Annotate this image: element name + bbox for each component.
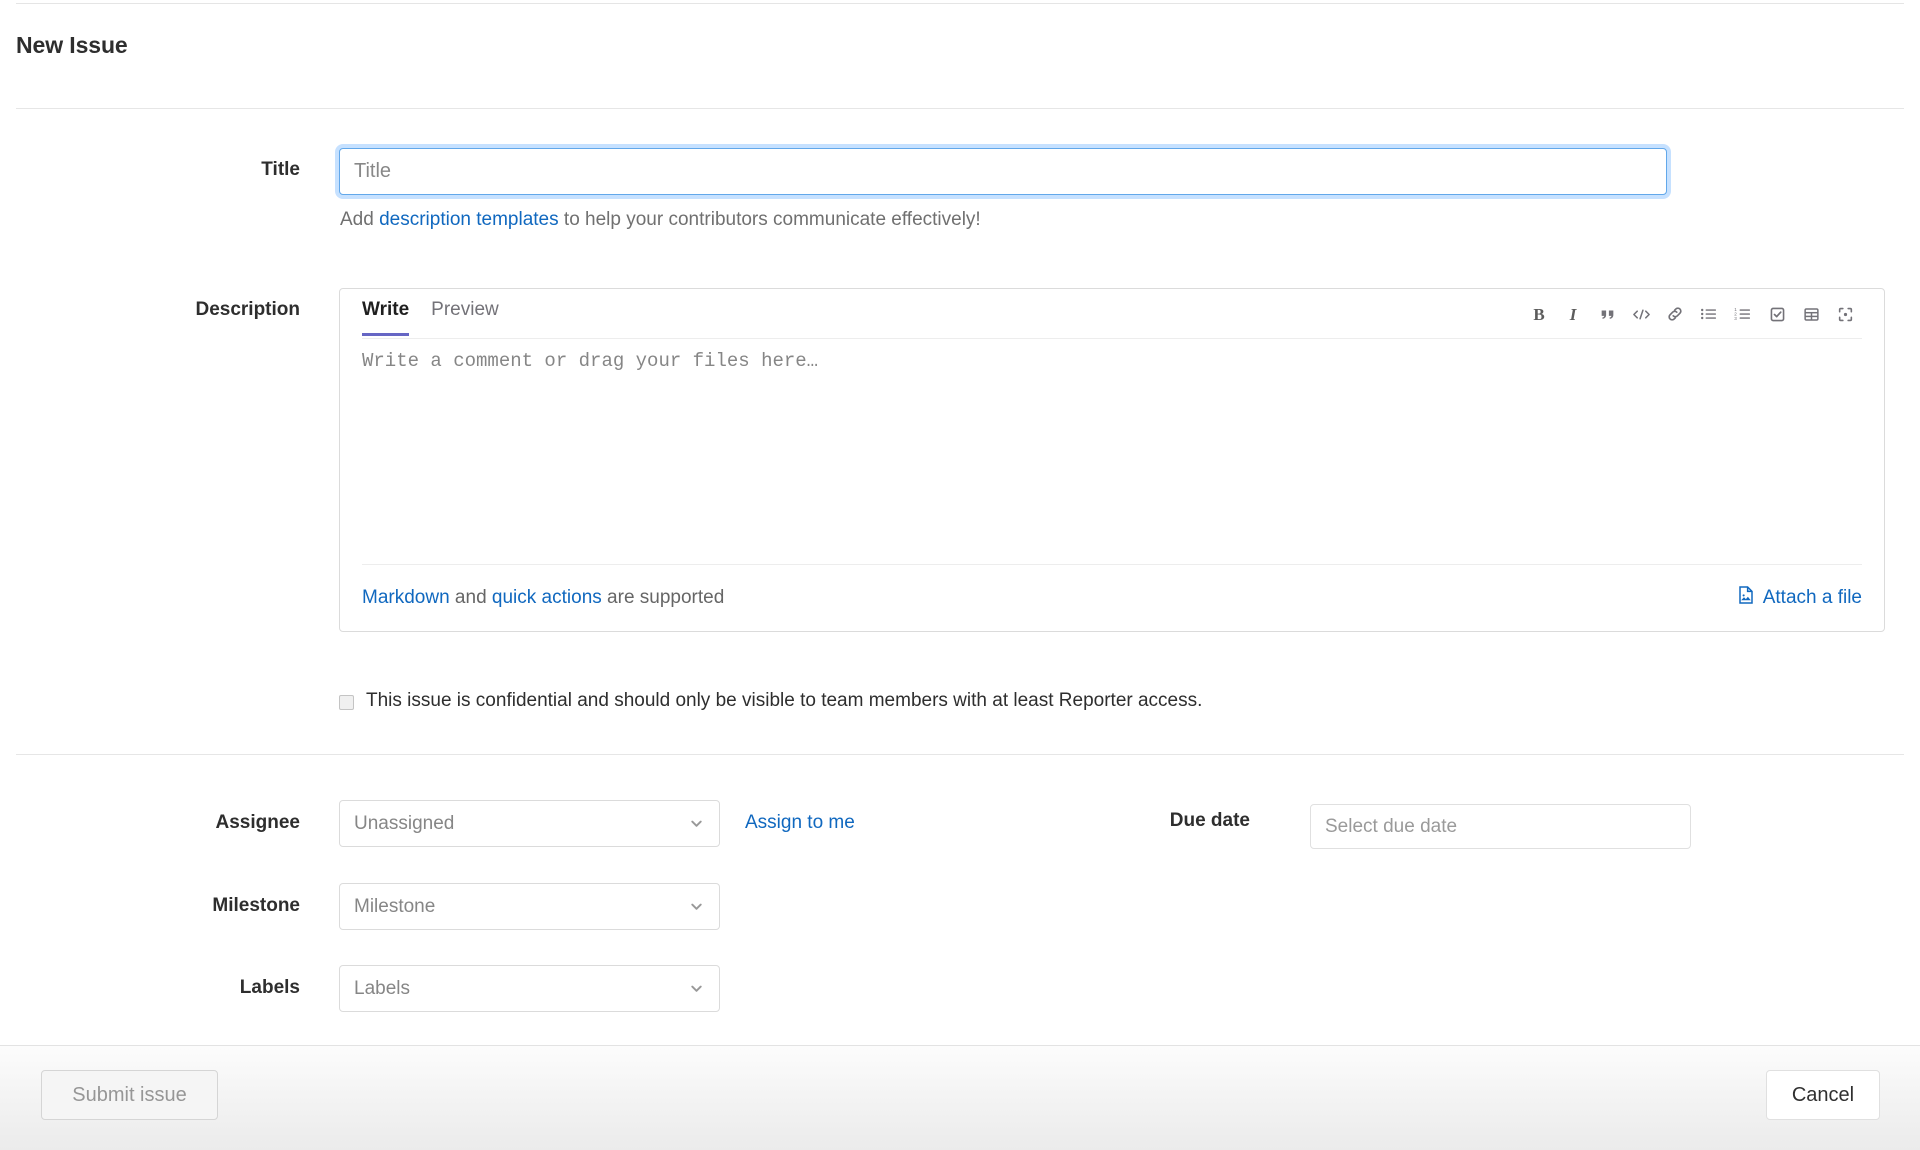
fullscreen-icon[interactable] [1828,299,1862,329]
due-date-label: Due date [1169,810,1250,831]
cancel-button[interactable]: Cancel [1766,1070,1880,1120]
assignee-label: Assignee [215,812,300,833]
confidential-checkbox[interactable] [339,694,354,710]
description-editor-footer: Markdown and quick actions are supported… [362,564,1862,631]
title-input[interactable] [339,148,1667,195]
title-help-text: Add description templates to help your c… [340,209,981,231]
form-footer: Submit issue Cancel [0,1045,1920,1150]
tab-preview[interactable]: Preview [431,299,499,333]
title-help-prefix: Add [340,209,380,230]
description-editor-header: Write Preview B I 1 2 3 [362,289,1862,339]
description-templates-link[interactable]: description templates [379,209,559,230]
labels-dropdown-value: Labels [354,977,410,999]
attach-file-label: Attach a file [1762,587,1862,608]
title-field-wrapper [339,148,1667,195]
bullet-list-icon[interactable] [1692,299,1726,329]
assign-to-me-link[interactable]: Assign to me [745,812,855,834]
new-issue-page: New Issue Title Add description template… [0,0,1920,1150]
page-title: New Issue [16,32,128,58]
numbered-list-icon[interactable]: 1 2 3 [1726,299,1760,329]
attach-file-button[interactable]: Attach a file [1736,585,1862,611]
due-date-input[interactable] [1310,804,1691,849]
table-icon[interactable] [1794,299,1828,329]
labels-dropdown[interactable]: Labels [339,965,720,1012]
tab-write[interactable]: Write [362,299,410,336]
italic-icon[interactable]: I [1556,299,1590,329]
header-divider [16,108,1904,109]
svg-text:3: 3 [1734,316,1737,321]
title-help-suffix: to help your contributors communicate ef… [558,209,981,230]
quick-actions-link[interactable]: quick actions [492,587,602,608]
assignee-dropdown-value: Unassigned [354,812,455,834]
markdown-toolbar: B I 1 2 3 [1522,299,1862,329]
bold-icon[interactable]: B [1522,299,1556,329]
markdown-link[interactable]: Markdown [362,587,450,608]
attach-file-icon [1736,585,1756,611]
labels-label: Labels [239,977,300,998]
chevron-down-icon [688,815,705,832]
description-textarea[interactable] [362,340,1862,528]
editor-tabs: Write Preview [362,299,521,336]
top-divider [16,3,1904,4]
milestone-label: Milestone [212,895,300,916]
chevron-down-icon [688,980,705,997]
description-label: Description [195,299,300,320]
section-divider [16,754,1904,755]
code-icon[interactable] [1624,299,1658,329]
submit-issue-button[interactable]: Submit issue [41,1070,218,1120]
title-label: Title [261,159,300,180]
confidential-label: This issue is confidential and should on… [366,690,1203,711]
and-text: and [449,587,492,608]
task-list-icon[interactable] [1760,299,1794,329]
assignee-dropdown[interactable]: Unassigned [339,800,720,847]
quote-icon[interactable] [1590,299,1624,329]
description-editor: Write Preview B I 1 2 3 Write a comment … [339,288,1885,632]
chevron-down-icon [688,898,705,915]
milestone-dropdown-value: Milestone [354,895,436,917]
supported-text: are supported [601,587,725,608]
markdown-support-note: Markdown and quick actions are supported [362,587,724,609]
link-icon[interactable] [1658,299,1692,329]
milestone-dropdown[interactable]: Milestone [339,883,720,930]
confidential-row: This issue is confidential and should on… [339,690,1202,712]
